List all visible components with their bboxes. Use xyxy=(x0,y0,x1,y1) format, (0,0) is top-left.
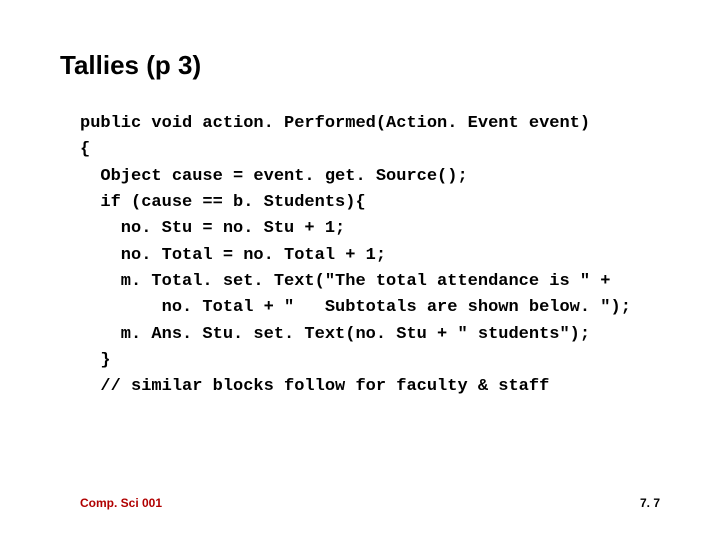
footer-page-number: 7. 7 xyxy=(640,496,660,510)
code-block: public void action. Performed(Action. Ev… xyxy=(80,111,660,401)
slide-title: Tallies (p 3) xyxy=(60,50,660,81)
slide: Tallies (p 3) public void action. Perfor… xyxy=(0,0,720,540)
footer-course: Comp. Sci 001 xyxy=(80,496,162,510)
